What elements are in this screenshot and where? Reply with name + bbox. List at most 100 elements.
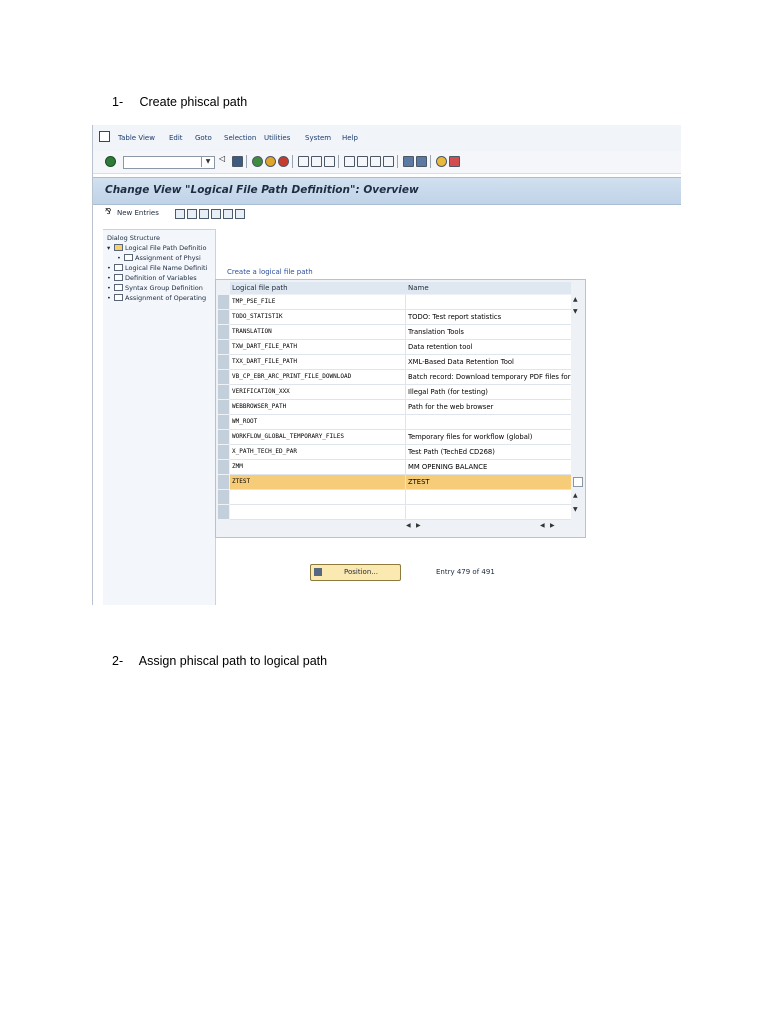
back-icon[interactable] — [252, 156, 263, 167]
pencil-glasses-icon[interactable]: ⅋ — [105, 207, 113, 216]
row-selector[interactable] — [218, 325, 229, 340]
cell-name[interactable]: Translation Tools — [406, 325, 571, 339]
column-header-name[interactable]: Name — [406, 282, 571, 294]
table-row-selected[interactable]: ZTEST ZTEST — [230, 475, 571, 490]
row-selector[interactable] — [218, 310, 229, 325]
cell-logical-file-path[interactable]: X_PATH_TECH_ED_PAR — [230, 445, 406, 459]
row-selector[interactable] — [218, 475, 229, 490]
help-icon[interactable] — [436, 156, 447, 167]
cell-name[interactable]: MM OPENING BALANCE — [406, 460, 571, 474]
save-icon[interactable] — [232, 156, 243, 167]
find-icon[interactable] — [311, 156, 322, 167]
scroll-left-icon[interactable]: ◀ — [540, 522, 545, 529]
table-row[interactable]: TXW_DART_FILE_PATH Data retention tool — [230, 340, 571, 355]
scroll-thumb[interactable] — [573, 477, 583, 487]
scroll-down-icon[interactable]: ▼ — [573, 308, 578, 315]
tree-node-logical-file-name[interactable]: • Logical File Name Definiti — [107, 264, 207, 272]
cell-name[interactable]: Test Path (TechEd CD268) — [406, 445, 571, 459]
cancel-icon[interactable] — [278, 156, 289, 167]
horizontal-scrollbar[interactable]: ◀ ▶ ◀ ▶ — [394, 522, 574, 532]
cell-name[interactable]: Illegal Path (for testing) — [406, 385, 571, 399]
first-page-icon[interactable] — [344, 156, 355, 167]
cell-name[interactable] — [406, 490, 571, 504]
row-selector[interactable] — [218, 490, 229, 505]
tree-node-syntax-group[interactable]: • Syntax Group Definition — [107, 284, 203, 292]
row-selector[interactable] — [218, 355, 229, 370]
row-selector[interactable] — [218, 415, 229, 430]
cell-logical-file-path[interactable]: VERIFICATION_XXX — [230, 385, 406, 399]
table-row[interactable]: TXX_DART_FILE_PATH XML-Based Data Retent… — [230, 355, 571, 370]
cell-name[interactable]: Batch record: Download temporary PDF fil… — [406, 370, 571, 384]
cell-logical-file-path[interactable] — [230, 505, 406, 519]
vertical-scrollbar[interactable]: ▲ ▼ ▲ ▼ — [572, 282, 583, 520]
column-header-logical-file-path[interactable]: Logical file path — [230, 282, 406, 294]
new-entries-button[interactable]: New Entries — [117, 209, 159, 217]
row-selector[interactable] — [218, 295, 229, 310]
row-selector[interactable] — [218, 385, 229, 400]
table-row[interactable]: VERIFICATION_XXX Illegal Path (for testi… — [230, 385, 571, 400]
table-row[interactable] — [230, 490, 571, 505]
next-page-icon[interactable] — [370, 156, 381, 167]
cell-name[interactable]: XML-Based Data Retention Tool — [406, 355, 571, 369]
menu-help[interactable]: Help — [342, 134, 358, 142]
scroll-right-icon[interactable]: ▶ — [550, 522, 555, 529]
last-page-icon[interactable] — [383, 156, 394, 167]
enter-icon[interactable] — [105, 156, 116, 167]
select-all-icon[interactable] — [211, 209, 221, 219]
table-row[interactable]: WEBBROWSER_PATH Path for the web browser — [230, 400, 571, 415]
select-block-icon[interactable] — [223, 209, 233, 219]
exit-icon[interactable] — [265, 156, 276, 167]
cell-name[interactable] — [406, 505, 571, 519]
find-next-icon[interactable] — [324, 156, 335, 167]
menu-utilities[interactable]: Utilities — [264, 134, 290, 142]
menu-selection[interactable]: Selection — [224, 134, 256, 142]
window-menu-icon[interactable] — [99, 131, 110, 142]
cell-logical-file-path[interactable]: TXX_DART_FILE_PATH — [230, 355, 406, 369]
cell-name[interactable]: TODO: Test report statistics — [406, 310, 571, 324]
table-row[interactable]: VB_CP_EBR_ARC_PRINT_FILE_DOWNLOAD Batch … — [230, 370, 571, 385]
cell-logical-file-path[interactable]: WORKFLOW_GLOBAL_TEMPORARY_FILES — [230, 430, 406, 444]
table-row[interactable]: TODO_STATISTIK TODO: Test report statist… — [230, 310, 571, 325]
cell-name[interactable]: Temporary files for workflow (global) — [406, 430, 571, 444]
table-row[interactable]: ZMM MM OPENING BALANCE — [230, 460, 571, 475]
menu-table-view[interactable]: Table View — [118, 134, 155, 142]
table-row[interactable]: WM_ROOT — [230, 415, 571, 430]
tree-node-assignment-os[interactable]: • Assignment of Operating — [107, 294, 206, 302]
deselect-all-icon[interactable] — [235, 209, 245, 219]
cell-name[interactable] — [406, 295, 571, 309]
cell-name[interactable]: Path for the web browser — [406, 400, 571, 414]
table-row[interactable]: TMP_PSE_FILE — [230, 295, 571, 310]
cell-name[interactable] — [406, 415, 571, 429]
tree-node-variables[interactable]: • Definition of Variables — [107, 274, 197, 282]
cell-logical-file-path[interactable]: TXW_DART_FILE_PATH — [230, 340, 406, 354]
row-selector[interactable] — [218, 505, 229, 520]
menu-edit[interactable]: Edit — [169, 134, 183, 142]
delete-icon[interactable] — [187, 209, 197, 219]
cell-logical-file-path[interactable]: ZMM — [230, 460, 406, 474]
table-row[interactable]: TRANSLATION Translation Tools — [230, 325, 571, 340]
row-selector[interactable] — [218, 460, 229, 475]
scroll-down-icon[interactable]: ▼ — [573, 506, 578, 513]
shortcut-icon[interactable] — [416, 156, 427, 167]
undo-change-icon[interactable] — [199, 209, 209, 219]
cell-logical-file-path[interactable]: TMP_PSE_FILE — [230, 295, 406, 309]
tree-node-logical-file-path[interactable]: ▾ Logical File Path Definitio — [107, 244, 207, 252]
create-session-icon[interactable] — [403, 156, 414, 167]
cell-logical-file-path[interactable]: ZTEST — [230, 475, 406, 489]
position-button[interactable]: Position... — [310, 564, 401, 581]
row-selector[interactable] — [218, 400, 229, 415]
back-arrow-icon[interactable]: ◁ — [219, 154, 228, 163]
menu-goto[interactable]: Goto — [195, 134, 212, 142]
tree-node-assignment-physical[interactable]: • Assignment of Physi — [117, 254, 201, 262]
chevron-down-icon[interactable]: ▼ — [201, 156, 214, 167]
cell-name[interactable]: Data retention tool — [406, 340, 571, 354]
cell-logical-file-path[interactable]: TRANSLATION — [230, 325, 406, 339]
scroll-up-icon[interactable]: ▲ — [573, 492, 578, 499]
scroll-right-icon[interactable]: ▶ — [416, 522, 421, 529]
scroll-left-icon[interactable]: ◀ — [406, 522, 411, 529]
cell-logical-file-path[interactable]: WM_ROOT — [230, 415, 406, 429]
print-icon[interactable] — [298, 156, 309, 167]
cell-logical-file-path[interactable]: VB_CP_EBR_ARC_PRINT_FILE_DOWNLOAD — [230, 370, 406, 384]
cell-name[interactable]: ZTEST — [406, 475, 571, 489]
row-selector[interactable] — [218, 430, 229, 445]
